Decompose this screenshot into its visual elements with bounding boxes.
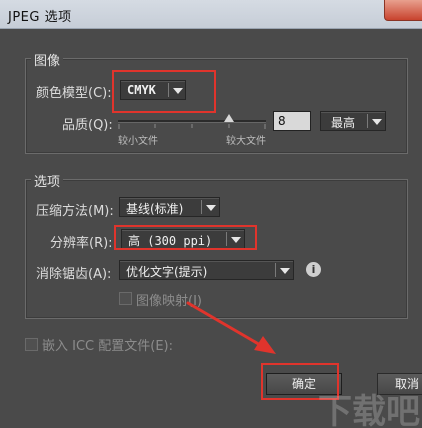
- dropdown-separator: [201, 200, 202, 214]
- slider-max-label: 较大文件: [226, 136, 266, 147]
- image-map-checkbox[interactable]: [119, 292, 132, 305]
- compression-label: 压缩方法(M):: [36, 204, 114, 219]
- watermark-text: 下载吧: [318, 392, 420, 428]
- compression-select[interactable]: 基线(标准): [119, 197, 220, 217]
- quality-slider-ticks: [118, 124, 266, 129]
- embed-icc-label: 嵌入 ICC 配置文件(E):: [42, 339, 173, 354]
- slider-min-label: 较小文件: [118, 136, 158, 147]
- dropdown-separator: [367, 114, 368, 128]
- dropdown-separator: [275, 263, 276, 277]
- antialias-select[interactable]: 优化文字(提示): [119, 260, 294, 280]
- color-model-label: 颜色模型(C):: [36, 86, 112, 101]
- antialias-value: 优化文字(提示): [126, 265, 208, 279]
- image-group-legend: 图像: [31, 50, 64, 69]
- image-group: [25, 58, 408, 154]
- quality-slider-track[interactable]: [118, 120, 266, 123]
- quality-label: 品质(Q):: [62, 118, 113, 133]
- window-title: JPEG 选项: [8, 10, 72, 25]
- jpeg-options-dialog: JPEG 选项 图像 颜色模型(C): CMYK 品质(Q): 较小文件 较大文…: [0, 0, 422, 428]
- resolution-label: 分辨率(R):: [50, 236, 113, 251]
- quality-preset-select[interactable]: 最高: [320, 111, 386, 131]
- window-close-button[interactable]: [384, 0, 422, 21]
- quality-preset-value: 最高: [331, 116, 356, 130]
- antialias-label: 消除锯齿(A):: [36, 267, 112, 282]
- quality-number-input[interactable]: 8: [273, 111, 311, 131]
- options-group-legend: 选项: [31, 171, 64, 190]
- resolution-highlight: [114, 225, 257, 250]
- image-map-label: 图像映射(I): [136, 294, 202, 309]
- chevron-down-icon: [372, 119, 382, 125]
- color-model-highlight: [112, 70, 216, 113]
- compression-value: 基线(标准): [126, 202, 184, 216]
- embed-icc-checkbox[interactable]: [25, 338, 38, 351]
- quality-slider-thumb[interactable]: [224, 114, 234, 122]
- info-icon[interactable]: i: [306, 262, 321, 277]
- title-bar[interactable]: JPEG 选项: [0, 0, 422, 29]
- chevron-down-icon: [206, 205, 216, 211]
- chevron-down-icon: [280, 268, 290, 274]
